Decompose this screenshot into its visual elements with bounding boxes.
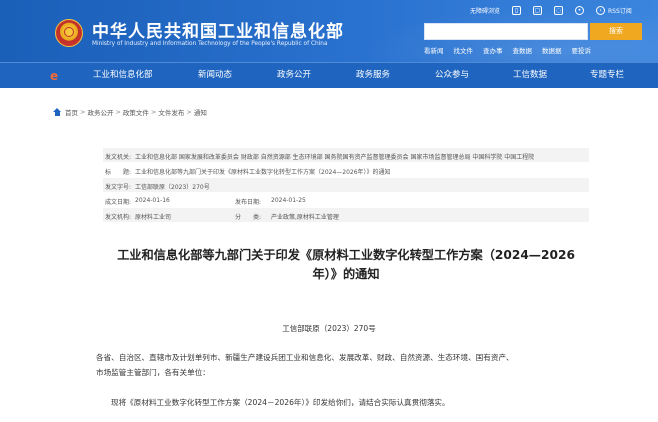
breadcrumb-separator: > [80, 108, 86, 116]
weibo-icon[interactable]: ◌ [554, 5, 564, 15]
nav-item-public[interactable]: 公众参与 [435, 63, 469, 89]
breadcrumb-separator: > [115, 108, 121, 116]
meta-label-title: 标 题: [105, 169, 132, 176]
article-title-line-1: 工业和信息化部等九部门关于印发《原材料工业数字化转型工作方案（2024—2026 [117, 248, 575, 262]
nav-item-topics[interactable]: 专题专栏 [590, 63, 624, 89]
meta-row-org: 发文机构: 原材料工业司 分 类: 产业政策,原材料工业管理 [103, 208, 589, 223]
wechat-icon[interactable]: • [575, 5, 585, 15]
mobile-app-icon[interactable]: ▢ [533, 5, 543, 15]
nav-item-miit[interactable]: 工业和信息化部 [93, 63, 153, 89]
breadcrumb: 首页 > 政务公开 > 政策文件 > 文件发布 > 通知 [53, 107, 207, 117]
quick-link-news[interactable]: 看新闻 [424, 45, 444, 55]
meta-row-dates: 成文日期: 2024-01-16 发布日期: 2024-01-25 [103, 193, 589, 208]
article-title: 工业和信息化部等九部门关于印发《原材料工业数字化转型工作方案（2024—2026… [96, 246, 596, 284]
meta-label-publish-date: 发布日期: [235, 199, 262, 206]
site-subtitle-en: Ministry of Industry and Information Tec… [92, 41, 328, 47]
meta-label-doc-number: 发文字号: [105, 184, 132, 191]
breadcrumb-separator: > [150, 108, 157, 116]
search-input[interactable] [425, 29, 535, 45]
meta-value-written-date: 2024-01-16 [135, 197, 170, 204]
nav-item-gov-affairs[interactable]: 政务公开 [277, 63, 311, 89]
meta-row-title: 标 题: 工业和信息化部等九部门关于印发《原材料工业数字化转型工作方案（2024… [103, 163, 589, 178]
nav-item-news[interactable]: 新闻动态 [198, 63, 232, 89]
meta-label-category: 分 类: [235, 214, 262, 221]
meta-label-issuer: 发文机关: [105, 154, 132, 161]
article-title-line-2: 年）》的通知 [312, 267, 380, 281]
quick-link-data[interactable]: 查数据 [513, 45, 533, 55]
article-paragraph-1-line-1: 各省、自治区、直辖市及计划单列市、新疆生产建设兵团工业和信息化、发展改革、财政、… [96, 353, 514, 362]
quick-link-data2[interactable]: 数据据 [542, 45, 562, 55]
top-utility-bar: 无障碍浏览 ▯ ▢ ◌ • › RSS订阅 [470, 4, 632, 16]
miit-logo-icon[interactable]: e [50, 69, 64, 83]
nav-item-gov-services[interactable]: 政务服务 [356, 63, 390, 89]
rss-icon[interactable]: › [596, 5, 606, 15]
site-title[interactable]: 中华人民共和国工业和信息化部 [92, 17, 344, 42]
meta-label-org: 发文机构: [105, 214, 132, 221]
nav-item-data[interactable]: 工信数据 [513, 63, 547, 89]
meta-value-org: 原材料工业司 [135, 214, 172, 221]
breadcrumb-policy-files[interactable]: 政策文件 [123, 107, 149, 117]
breadcrumb-gov-affairs[interactable]: 政务公开 [87, 107, 113, 117]
article-paragraph-1-line-2: 市场监管主管部门，各有关单位： [96, 368, 210, 377]
breadcrumb-notice[interactable]: 通知 [194, 107, 207, 117]
accessible-browse-link[interactable]: 无障碍浏览 [470, 6, 500, 15]
meta-value-title: 工业和信息化部等九部门关于印发《原材料工业数字化转型工作方案（2024—2026… [135, 169, 391, 176]
rss-link[interactable]: RSS订阅 [608, 6, 632, 15]
quick-links: 看新闻 找文件 查办事 查数据 数据据 要投诉 [424, 45, 601, 55]
meta-row-issuer: 发文机关: 工业和信息化部 国家发展和改革委员会 财政部 自然资源部 生态环境部… [103, 148, 589, 163]
meta-label-written-date: 成文日期: [105, 199, 132, 206]
document-meta-table: 发文机关: 工业和信息化部 国家发展和改革委员会 财政部 自然资源部 生态环境部… [103, 148, 589, 223]
quick-link-complaint[interactable]: 要投诉 [572, 45, 592, 55]
search-box [424, 23, 588, 45]
meta-value-publish-date: 2024-01-25 [271, 197, 306, 204]
meta-value-category: 产业政策,原材料工业管理 [271, 214, 339, 221]
article-doc-number: 工信部联原（2023）270号 [282, 324, 376, 333]
meta-value-doc-number: 工信部联原（2023）270号 [135, 184, 210, 191]
breadcrumb-home[interactable]: 首页 [65, 107, 78, 117]
home-icon [53, 108, 62, 116]
national-emblem-icon[interactable] [55, 19, 83, 47]
meta-value-issuer: 工业和信息化部 国家发展和改革委员会 财政部 自然资源部 生态环境部 国务院国有… [135, 154, 535, 161]
meta-row-doc-number: 发文字号: 工信部联原（2023）270号 [103, 178, 589, 193]
search-button[interactable]: 搜索 [590, 23, 642, 40]
quick-link-services[interactable]: 查办事 [483, 45, 503, 55]
breadcrumb-file-release[interactable]: 文件发布 [158, 107, 184, 117]
quick-link-files[interactable]: 找文件 [454, 45, 474, 55]
article-paragraph-2: 现将《原材料工业数字化转型工作方案（2024－2026年）》印发给你们，请结合实… [111, 398, 450, 407]
main-nav: e 工业和信息化部 新闻动态 政务公开 政务服务 公众参与 工信数据 专题专栏 [0, 62, 658, 88]
breadcrumb-separator: > [186, 108, 192, 116]
phone-icon[interactable]: ▯ [512, 5, 522, 15]
